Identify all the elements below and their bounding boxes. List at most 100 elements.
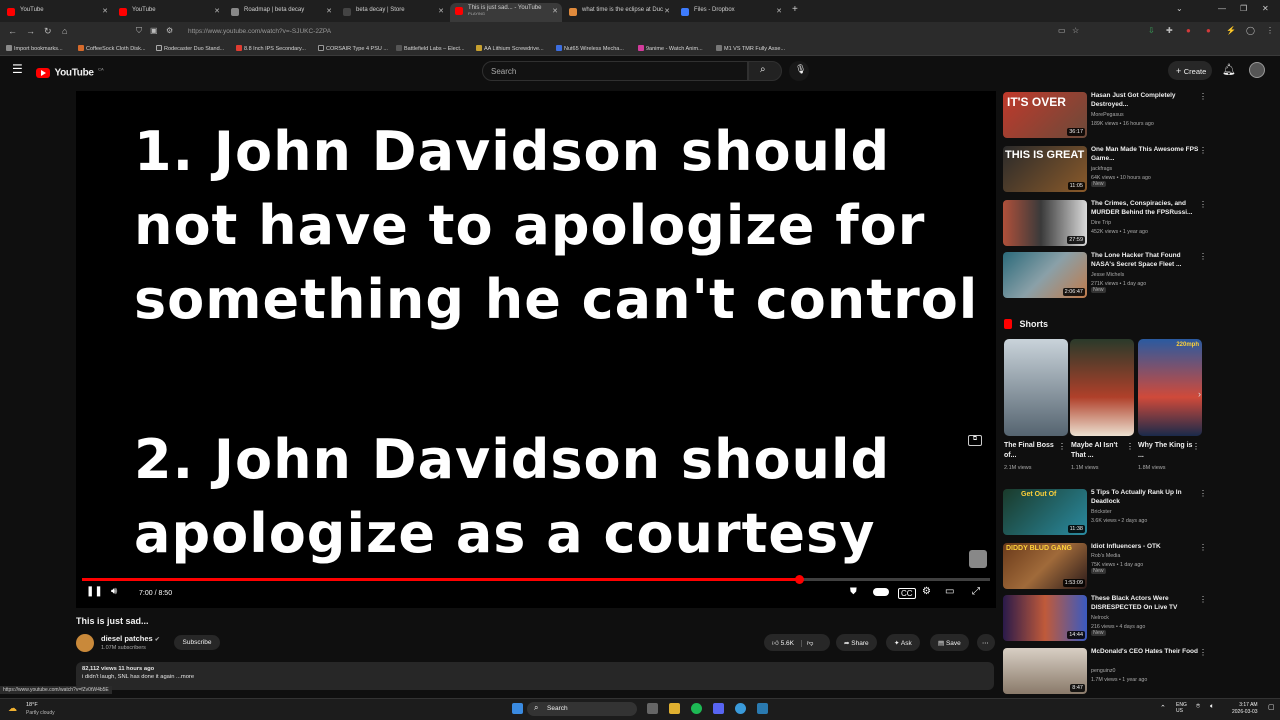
more-vertical-icon[interactable]: ⋮ — [1199, 92, 1207, 101]
discord-icon[interactable] — [713, 703, 724, 714]
more-actions-button[interactable]: ⋯ — [977, 634, 995, 651]
maximize-icon[interactable]: ❐ — [1240, 4, 1247, 13]
description-box[interactable]: 82,112 views 11 hours ago i didn't laugh… — [76, 662, 994, 690]
close-icon[interactable]: ✕ — [438, 7, 444, 15]
bookmark-item[interactable]: Nut65 Wireless Mecha... — [556, 45, 624, 52]
chevron-right-icon[interactable]: › — [1198, 389, 1201, 399]
more-vertical-icon[interactable]: ⋮ — [1199, 489, 1207, 498]
reload-icon[interactable]: ↻ — [44, 26, 52, 37]
picture-in-picture-icon[interactable]: ⧉ — [968, 435, 982, 446]
recommendation-item[interactable]: 2:06:47 The Lone Hacker That Found NASA'… — [1003, 252, 1213, 298]
bookmark-item[interactable]: Battlefield Labs – Elect... — [396, 45, 465, 52]
ask-button[interactable]: ✦ Ask — [886, 634, 920, 651]
notification-center-icon[interactable]: ▢ — [1268, 703, 1275, 711]
app-icon[interactable] — [757, 703, 768, 714]
more-vertical-icon[interactable]: ⋮ — [1192, 442, 1200, 451]
create-button[interactable]: + Create — [1168, 61, 1212, 80]
recommendation-item[interactable]: THIS IS GREAT 11:05 One Man Made This Aw… — [1003, 146, 1213, 192]
save-button[interactable]: ▤ Save — [930, 634, 969, 651]
browser-tab[interactable]: Files - Dropbox ✕ — [676, 3, 786, 22]
language-indicator[interactable]: ENG US — [1176, 702, 1187, 714]
subscribe-button[interactable]: Subscribe — [174, 635, 220, 650]
spotify-icon[interactable] — [691, 703, 702, 714]
bookmark-item[interactable]: Import bookmarks... — [6, 45, 63, 52]
short-thumbnail[interactable] — [1070, 339, 1134, 436]
fullscreen-icon[interactable]: ⤢ — [972, 586, 980, 597]
browser-tab[interactable]: beta decay | Store ✕ — [338, 3, 448, 22]
browser-tab[interactable]: YouTube ✕ — [2, 3, 112, 22]
recommendation-item[interactable]: 14:44 These Black Actors Were DISRESPECT… — [1003, 595, 1213, 641]
youtube-logo[interactable]: YouTube CA — [36, 64, 104, 82]
more-vertical-icon[interactable]: ⋮ — [1199, 200, 1207, 209]
screenshot-icon[interactable]: ▭ — [1058, 26, 1066, 35]
bookmark-item[interactable]: CORSAIR Type 4 PSU ... — [318, 45, 388, 52]
notifications-bell-icon[interactable]: 🔔︎ — [1222, 63, 1236, 76]
more-vertical-icon[interactable]: ⋮ — [1126, 442, 1134, 451]
clock[interactable]: 3:17 AM 2026-03-03 — [1232, 702, 1258, 715]
extension-icon[interactable]: ▣ — [150, 26, 158, 35]
minimize-icon[interactable]: — — [1218, 4, 1226, 13]
bookmark-item[interactable]: AA Lithium Screwdrive... — [476, 45, 544, 52]
pause-icon[interactable]: ❚❚ — [86, 586, 103, 597]
dislike-button[interactable]: 👎︎ — [800, 640, 814, 647]
more-vertical-icon[interactable]: ⋮ — [1199, 648, 1207, 657]
share-button[interactable]: ➦ Share — [836, 634, 877, 651]
window-close-icon[interactable]: ✕ — [1262, 4, 1269, 13]
close-icon[interactable]: ✕ — [664, 7, 670, 15]
captions-icon[interactable]: CC — [898, 588, 916, 599]
new-tab-icon[interactable]: + — [792, 4, 798, 15]
file-explorer-icon[interactable] — [669, 703, 680, 714]
short-title[interactable]: Why The King is ... — [1138, 441, 1194, 461]
short-title[interactable]: The Final Boss of... — [1004, 441, 1060, 461]
bookmark-item[interactable]: Rodecaster Duo Stand... — [156, 45, 224, 52]
video-player[interactable]: 1. John Davidson should not have to apol… — [76, 91, 996, 608]
taskbar-search[interactable]: ⌕ Search — [527, 702, 637, 716]
bookmark-star-icon[interactable]: ☆ — [1072, 26, 1079, 35]
short-thumbnail[interactable] — [1004, 339, 1068, 436]
hamburger-menu-icon[interactable]: ☰ — [12, 62, 23, 76]
extension-red-icon[interactable]: ● — [1186, 26, 1191, 35]
more-vertical-icon[interactable]: ⋮ — [1199, 146, 1207, 155]
close-icon[interactable]: ✕ — [326, 7, 332, 15]
back-icon[interactable]: ← — [8, 26, 17, 36]
recommendation-item[interactable]: 8:47 McDonald's CEO Hates Their Food pen… — [1003, 648, 1213, 694]
voice-search-button[interactable]: 🎙︎ — [789, 61, 809, 81]
forward-icon[interactable]: → — [26, 26, 35, 36]
scrubber-handle[interactable] — [795, 575, 805, 584]
bookmark-item[interactable]: 8.8 Inch IPS Secondary... — [236, 45, 306, 52]
extensions-puzzle-icon[interactable]: ✚ — [1166, 26, 1173, 35]
speaker-icon[interactable]: 🔈︎ — [1210, 703, 1214, 711]
short-title[interactable]: Maybe AI Isn't That ... — [1071, 441, 1127, 461]
browser-tab[interactable]: Roadmap | beta decay ✕ — [226, 3, 336, 22]
close-icon[interactable]: ✕ — [102, 7, 108, 15]
more-vertical-icon[interactable]: ⋮ — [1199, 252, 1207, 261]
recommendation-item[interactable]: DIDDY BLUD GANG 1:53:09 Idiot Influencer… — [1003, 543, 1213, 589]
bookmark-item[interactable]: CoffeeSock Cloth Disk... — [78, 45, 146, 52]
close-icon[interactable]: ✕ — [776, 7, 782, 15]
sponsor-shield-icon[interactable]: ⛊ — [850, 586, 857, 597]
close-icon[interactable]: ✕ — [214, 7, 220, 15]
profile-icon[interactable]: ◯ — [1246, 26, 1255, 35]
recommendation-item[interactable]: 27:59 The Crimes, Conspiracies, and MURD… — [1003, 200, 1213, 246]
bookmark-item[interactable]: 9anime - Watch Anim... — [638, 45, 703, 52]
close-icon[interactable]: ✕ — [552, 7, 558, 15]
account-avatar[interactable] — [1249, 62, 1265, 78]
settings-gear-icon[interactable]: ⚙ — [922, 586, 931, 597]
browser-tab[interactable]: YouTube ✕ — [114, 3, 224, 22]
extension-blue-icon[interactable]: ⚡ — [1226, 26, 1236, 35]
recommendation-item[interactable]: IT'S OVER 36:17 Hasan Just Got Completel… — [1003, 92, 1213, 138]
menu-kebab-icon[interactable]: ⋮ — [1266, 26, 1274, 35]
weather-icon[interactable]: ☁ — [8, 703, 17, 714]
recommendation-item[interactable]: Get Out Of 11:38 5 Tips To Actually Rank… — [1003, 489, 1213, 535]
autoplay-toggle[interactable] — [873, 588, 889, 596]
windows-start-icon[interactable] — [512, 703, 523, 714]
channel-avatar[interactable] — [76, 634, 94, 652]
browser-tab[interactable]: what time is the eclipse at Duc ✕ — [564, 3, 674, 22]
network-icon[interactable]: ⌾ — [1196, 703, 1200, 711]
tray-chevron-icon[interactable]: ⌃ — [1160, 704, 1166, 712]
bookmark-item[interactable]: M1 VS TMR Fully Asse... — [716, 45, 785, 52]
search-input[interactable]: Search — [482, 61, 748, 81]
like-button[interactable]: 👍︎ 5.6K — [772, 640, 794, 647]
download-icon[interactable]: ⇩ — [1148, 26, 1155, 35]
tab-search-chevron-icon[interactable]: ⌄ — [1176, 4, 1183, 13]
